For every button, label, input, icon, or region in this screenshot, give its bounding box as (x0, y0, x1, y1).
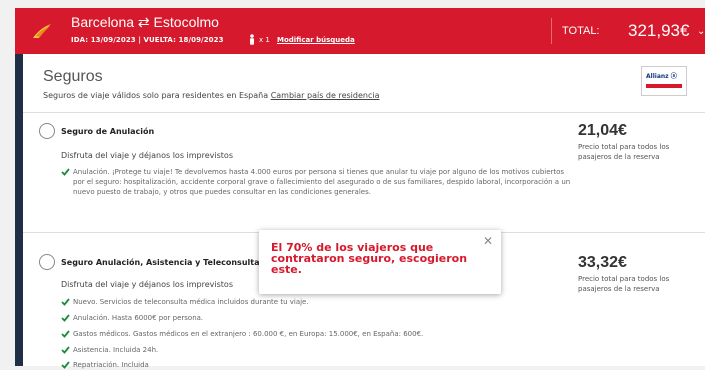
option-price-note: Precio total para todos los pasajeros de… (578, 143, 670, 161)
passenger-count-value: x 1 (259, 35, 270, 44)
person-icon (250, 34, 254, 45)
option-title: Seguro de Anulación (61, 127, 155, 136)
insurance-panel: Seguros Seguros de viaje válidos solo pa… (23, 54, 705, 369)
popup-message: El 70% de los viajeros que contrataron s… (271, 241, 468, 276)
option-subtitle: Disfruta del viaje y déjanos los imprevi… (61, 151, 233, 160)
option-feature: Asistencia. Incluida 24h. (73, 346, 159, 354)
check-icon (61, 314, 70, 322)
allianz-logo-text: Allianz ⓐ (646, 73, 677, 80)
check-icon (61, 298, 70, 306)
modify-search-link[interactable]: Modificar búsqueda (277, 36, 355, 44)
check-icon (61, 168, 70, 176)
section-subtitle-text: Seguros de viaje válidos solo para resid… (43, 91, 269, 100)
travel-dates: IDA: 13/09/2023 | VUELTA: 18/09/2023 (71, 36, 224, 44)
total-price[interactable]: 321,93€ (628, 21, 689, 41)
close-icon[interactable]: ✕ (483, 234, 493, 248)
booking-header: Barcelona ⇄ Estocolmo IDA: 13/09/2023 | … (15, 8, 705, 54)
allianz-logo: Allianz ⓐ (641, 66, 687, 96)
insurance-option-cancellation: Seguro de Anulación Disfruta del viaje y… (23, 112, 705, 232)
airline-logo-icon (33, 24, 51, 38)
option-price-note: Precio total para todos los pasajeros de… (578, 275, 670, 293)
option-feature: Gastos médicos. Gastos médicos en el ext… (73, 330, 424, 338)
option-feature: Nuevo. Servicios de teleconsulta médica … (73, 298, 309, 306)
recommendation-popup: El 70% de los viajeros que contrataron s… (259, 230, 501, 294)
section-subtitle: Seguros de viaje válidos solo para resid… (43, 91, 379, 100)
section-title: Seguros (43, 68, 103, 85)
option-price: 33,32€ (578, 254, 627, 271)
left-sidebar (15, 54, 23, 366)
check-icon (61, 346, 70, 354)
radio-full-coverage[interactable] (39, 254, 55, 270)
option-feature: Anulación. Hasta 6000€ por persona. (73, 314, 204, 322)
option-feature: Anulación. ¡Protege tu viaje! Te devolve… (73, 168, 571, 196)
total-label: TOTAL: (562, 25, 600, 37)
allianz-logo-bar (646, 84, 682, 88)
change-country-link[interactable]: Cambiar país de residencia (271, 91, 380, 100)
option-subtitle: Disfruta del viaje y déjanos los imprevi… (61, 280, 233, 289)
top-strip (0, 0, 705, 8)
check-icon (61, 330, 70, 338)
chevron-down-icon[interactable]: ⌄ (697, 26, 705, 37)
check-icon (61, 361, 70, 369)
option-price: 21,04€ (578, 122, 627, 139)
route-title: Barcelona ⇄ Estocolmo (71, 14, 219, 30)
option-title: Seguro Anulación, Asistencia y Teleconsu… (61, 258, 260, 267)
header-divider (551, 18, 552, 44)
passenger-count: x 1 (248, 34, 270, 45)
option-feature: Repatriación. Incluida (73, 361, 149, 369)
radio-cancellation[interactable] (39, 123, 55, 139)
